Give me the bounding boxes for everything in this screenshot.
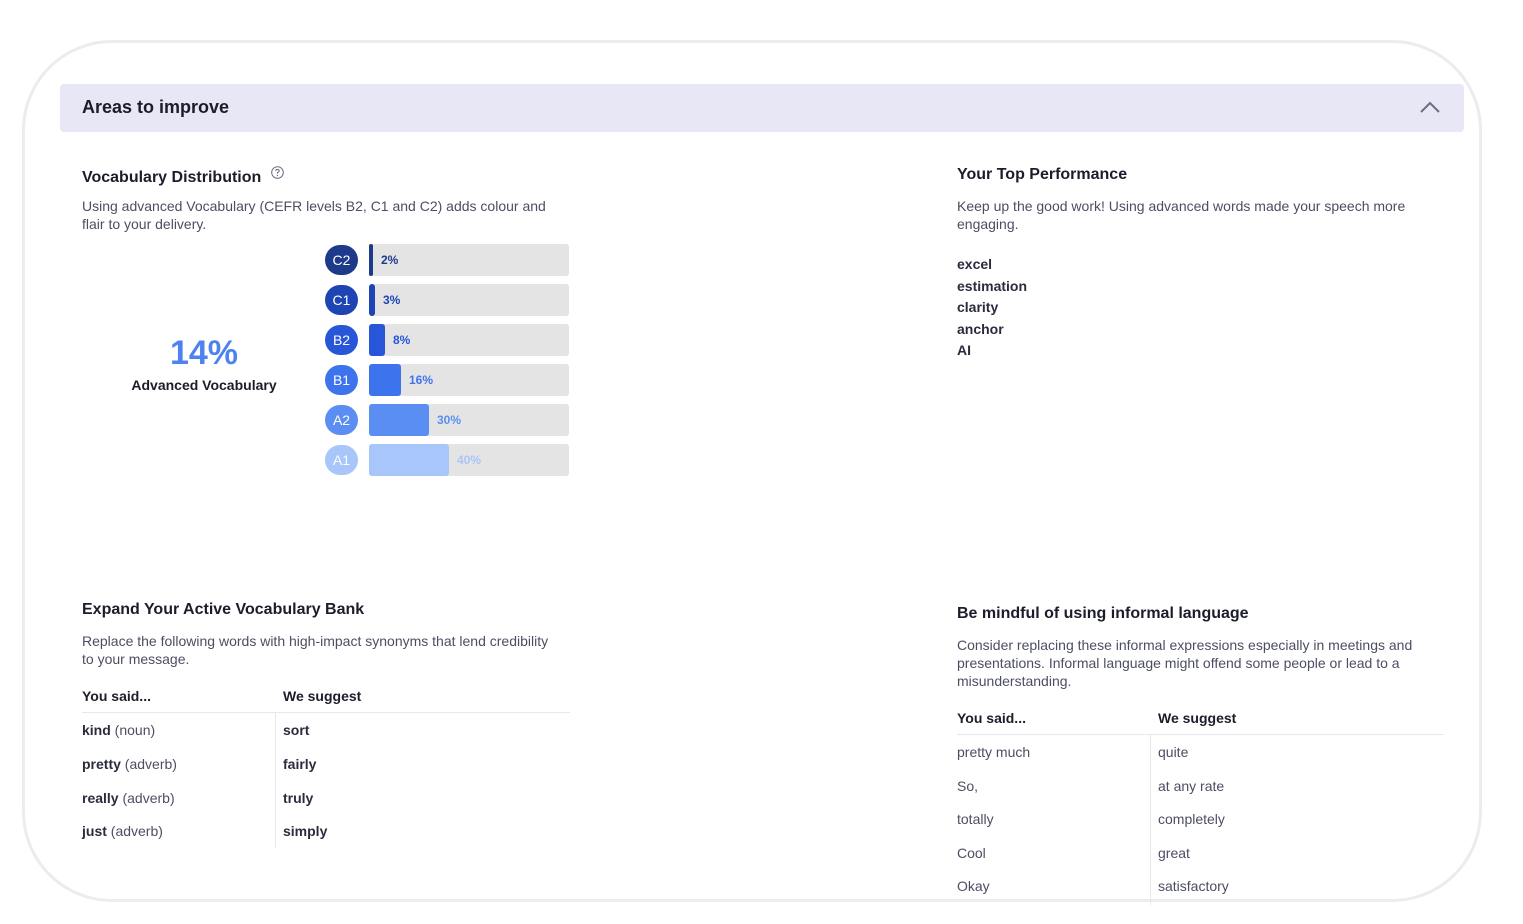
informal-language-description: Consider replacing these informal expres… [957, 637, 1413, 689]
cefr-level-badge: A1 [325, 445, 358, 475]
table-row: really (adverb) [82, 790, 175, 806]
said-pos: (adverb) [124, 756, 177, 772]
cefr-bar-fill [369, 444, 449, 476]
cefr-bar-fill [369, 244, 373, 276]
table-row: just (adverb) [82, 823, 163, 839]
top-word: AI [957, 342, 971, 359]
chevron-up-icon[interactable] [1418, 96, 1442, 120]
col-you-said: You said... [82, 688, 151, 704]
cefr-percent-label: 16% [409, 373, 434, 387]
col-you-said: You said... [957, 710, 1026, 726]
top-word: clarity [957, 299, 999, 316]
table-divider [957, 734, 1444, 735]
cefr-level-badge: B2 [325, 325, 358, 355]
table-divider [82, 712, 570, 713]
suggestion: completely [1158, 811, 1225, 827]
cefr-percent-label: 8% [393, 333, 411, 347]
suggestion: sort [283, 722, 310, 738]
expand-vocab-description: Replace the following words with high-im… [82, 633, 549, 667]
said-expression: totally [957, 811, 994, 827]
said-pos: (adverb) [110, 823, 163, 839]
said-expression: Cool [957, 845, 986, 861]
column-divider [275, 713, 276, 848]
vocab-distribution-heading: Vocabulary Distribution [82, 166, 285, 187]
said-expression: pretty much [957, 744, 1031, 760]
cefr-percent-label: 30% [437, 413, 462, 427]
cefr-bar-track: 30% [369, 404, 569, 436]
suggestion: fairly [283, 756, 317, 772]
cefr-bar-fill [369, 404, 429, 436]
said-pos: (noun) [114, 722, 156, 738]
vocab-distribution-description: Using advanced Vocabulary (CEFR levels B… [82, 198, 546, 232]
cefr-bar-track: 40% [369, 444, 569, 476]
cefr-level-badge: C2 [325, 245, 358, 275]
top-word: anchor [957, 320, 1004, 337]
cefr-bar-track: 3% [369, 284, 569, 316]
suggestion: truly [283, 790, 314, 806]
cefr-bar-row: C1 3% [325, 284, 570, 316]
vocab-distribution-title: Vocabulary Distribution [82, 169, 262, 186]
cefr-percent-label: 40% [457, 453, 482, 467]
table-row: kind (noun) [82, 722, 155, 738]
expand-vocab-title: Expand Your Active Vocabulary Bank [82, 601, 365, 618]
said-expression: So, [957, 778, 979, 794]
suggestion: satisfactory [1158, 878, 1229, 894]
cefr-bar-track: 8% [369, 324, 569, 356]
areas-to-improve-header[interactable]: Areas to improve [60, 84, 1464, 132]
section-title: Areas to improve [82, 97, 230, 117]
col-we-suggest: We suggest [283, 688, 362, 704]
top-word: estimation [957, 277, 1028, 294]
cefr-bar-track: 2% [369, 244, 569, 276]
said-word: really [82, 790, 119, 806]
top-performance-description: Keep up the good work! Using advanced wo… [957, 198, 1406, 232]
cefr-percent-label: 3% [383, 293, 401, 307]
col-we-suggest: We suggest [1158, 710, 1237, 726]
top-word: excel [957, 256, 993, 272]
cefr-percent-label: 2% [381, 253, 399, 267]
suggestion: at any rate [1158, 778, 1225, 794]
column-divider [1150, 735, 1151, 905]
cefr-level-badge: B1 [325, 365, 358, 395]
advanced-vocab-label: Advanced Vocabulary [131, 377, 277, 393]
informal-language-title: Be mindful of using informal language [957, 605, 1249, 622]
said-word: just [82, 823, 107, 839]
advanced-vocab-percent: 14% [169, 334, 239, 372]
suggestion: great [1158, 845, 1190, 861]
cefr-level-badge: A2 [325, 405, 358, 435]
said-word: kind [82, 722, 111, 738]
cefr-bar-fill [369, 324, 385, 356]
cefr-bar-row: C2 2% [325, 244, 570, 276]
cefr-bar-row: B1 16% [325, 364, 570, 396]
cefr-bar-row: A2 30% [325, 404, 570, 436]
cefr-bar-fill [369, 284, 375, 316]
suggestion: quite [1158, 744, 1189, 760]
table-row: pretty (adverb) [82, 756, 177, 772]
cefr-bar-row: B2 8% [325, 324, 570, 356]
top-performance-title: Your Top Performance [957, 166, 1128, 183]
suggestion: simply [283, 823, 328, 839]
cefr-bar-row: A1 40% [325, 444, 570, 476]
question-circle-icon[interactable] [271, 166, 285, 184]
cefr-level-badge: C1 [325, 285, 358, 315]
said-expression: Okay [957, 878, 990, 894]
top-words-list: excel estimation clarity anchor AI [957, 254, 1027, 362]
cefr-bar-fill [369, 364, 401, 396]
cefr-bar-track: 16% [369, 364, 569, 396]
said-pos: (adverb) [122, 790, 175, 806]
said-word: pretty [82, 756, 121, 772]
